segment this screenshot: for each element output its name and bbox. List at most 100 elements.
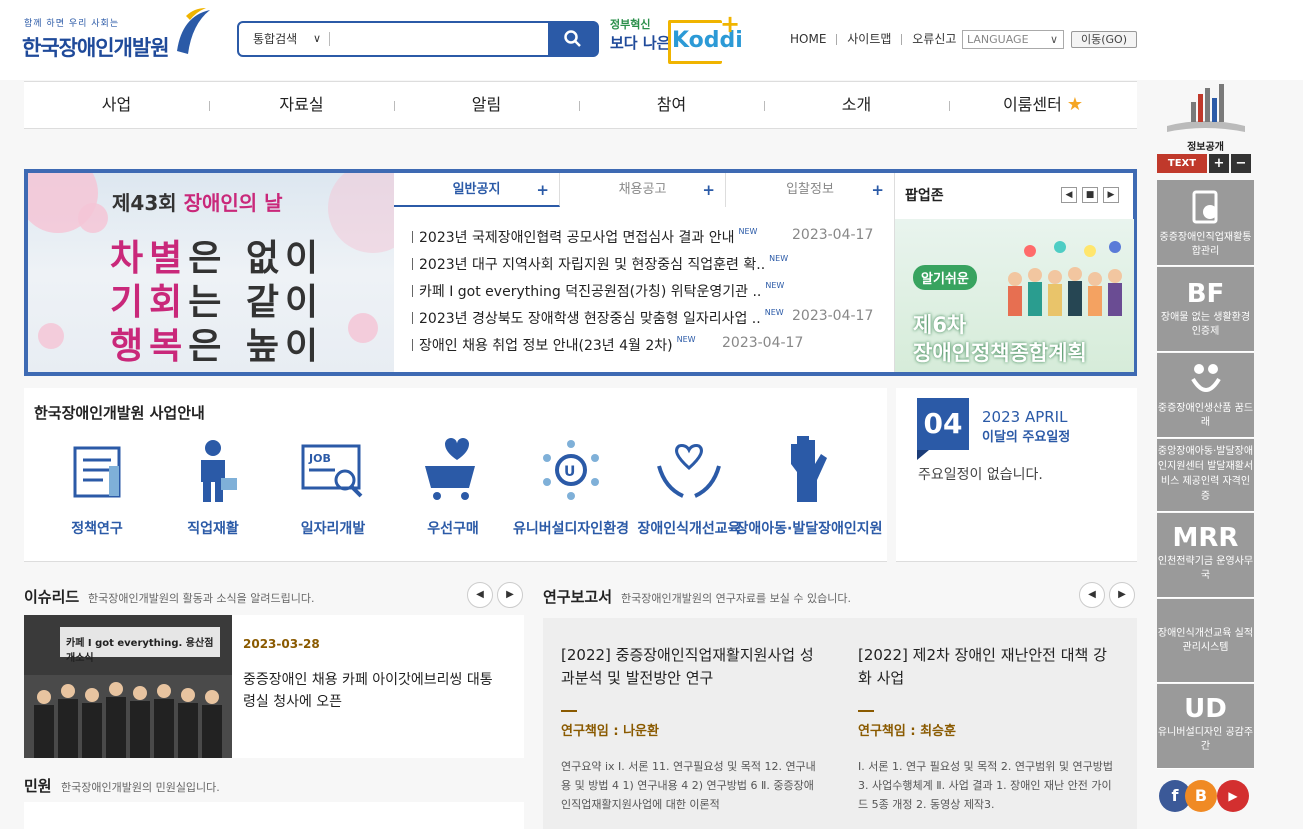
business-universal-design[interactable]: U 유니버설디자인환경 [513, 436, 629, 546]
notice-item[interactable]: 2023년 대구 지역사회 자립지원 및 현장중심 직업훈련 확..NEW202… [412, 254, 882, 281]
tab-general-notice[interactable]: 일반공지 + [394, 173, 560, 207]
dream-logo-icon [1190, 364, 1221, 392]
schedule-day: 04 [917, 398, 969, 450]
quick-ud-week[interactable]: UD 유니버설디자인 공감주간 [1157, 684, 1254, 769]
quick-mrr[interactable]: MRR 인천전략기금 운영사무국 [1157, 513, 1254, 598]
chevron-down-icon: ∨ [1049, 33, 1058, 46]
report-item-summary: Ⅰ. 서론 1. 연구 필요성 및 목적 2. 연구범위 및 연구방법 3. 사… [858, 760, 1113, 811]
nav-business[interactable]: 사업 [24, 82, 209, 128]
business-vocational-rehab[interactable]: 직업재활 [158, 436, 268, 546]
notice-item[interactable]: 2023년 국제장애인협력 공모사업 면접심사 결과 안내 NEW 2023-04-… [412, 227, 882, 254]
logo-mark-icon [177, 8, 210, 54]
report-prev-button[interactable]: ◀ [1079, 582, 1105, 608]
report-item-title[interactable]: [2022] 중증장애인직업재활지원사업 성과분석 및 발전방안 연구 [561, 644, 817, 690]
youtube-icon[interactable]: ▶ [1217, 780, 1249, 812]
notice-board: 일반공지 + 채용공고 + 입찰정보 + 2023년 국제장애인협력 공모사업 면접심… [394, 173, 894, 372]
notice-list: 2023년 국제장애인협력 공모사업 면접심사 결과 안내 NEW 2023-04-… [412, 227, 882, 362]
report-desc: 한국장애인개발원의 연구자료를 보실 수 있습니다. [621, 592, 852, 605]
quick-awareness-system[interactable]: 장애인식개선교육 실적관리시스템 [1157, 599, 1254, 683]
more-plus-icon[interactable]: + [702, 173, 715, 207]
banner-title: 제43회 장애인의 날 [112, 191, 283, 215]
business-guide: 한국장애인개발원 사업안내 정책연구 직업재활 JOB 일자리개발 우선구매 U… [24, 388, 887, 562]
quick-bf-cert[interactable]: BF 장애물 없는 생활환경인증제 [1157, 267, 1254, 352]
report-next-button[interactable]: ▶ [1109, 582, 1135, 608]
more-plus-icon[interactable]: + [871, 173, 884, 207]
issue-card[interactable]: 카페 I got everything. 용산점 개소식 2023-03-28 … [24, 615, 524, 758]
logo-slogan: 함께 하면 우리 사회는 [24, 19, 120, 29]
issue-prev-button[interactable]: ◀ [467, 582, 493, 608]
quick-development-center[interactable]: 중앙장애아동·발달장애인지원센터 발달재활서비스 제공인력 자격인증 [1157, 439, 1254, 512]
monthly-schedule: 04 2023 APRIL 이달의 주요일정 주요일정이 없습니다. [896, 388, 1137, 562]
quick-dream-products[interactable]: 중증장애인생산품 꿈드래 [1157, 353, 1254, 438]
logo-name: 한국장애인개발원 [22, 36, 170, 60]
koddi-banner[interactable]: 정부혁신 보다 나은 Koddi + [610, 10, 743, 64]
nav-about[interactable]: 소개 [764, 82, 949, 128]
blog-icon[interactable]: B [1185, 780, 1217, 812]
home-link[interactable]: HOME [790, 32, 826, 46]
logo[interactable]: 함께 하면 우리 사회는 한국장애인개발원 [22, 6, 212, 62]
issue-desc: 한국장애인개발원의 활동과 소식을 알려드립니다. [88, 592, 315, 605]
next-button[interactable]: ▶ [1103, 187, 1119, 203]
tab-recruitment[interactable]: 채용공고 + [560, 173, 726, 207]
banner-line-3: 행복은 높이 [110, 326, 325, 367]
business-policy-research[interactable]: 정책연구 [42, 436, 152, 546]
utility-links: HOME 사이트맵 오류신고 [790, 30, 960, 50]
notice-item[interactable]: 장애인 채용 취업 정보 안내(23년 4월 2차) NEW 2023-04-17 [412, 335, 882, 362]
koddi-line2: 보다 나은 [610, 34, 671, 52]
koddi-line1: 정부혁신 [610, 18, 651, 31]
error-report-link[interactable]: 오류신고 [912, 30, 956, 47]
business-child-development-support[interactable]: 장애아동·발달장애인지원 [736, 436, 883, 546]
info-disclosure[interactable]: 정보공개 [1157, 80, 1254, 153]
document-icon [73, 446, 121, 498]
group-photo-icon [24, 675, 232, 758]
popup-banner[interactable]: 알기쉬운 제6차 장애인정책종합계획 [895, 219, 1134, 372]
stop-button[interactable]: ■ [1082, 187, 1098, 203]
schedule-empty: 주요일정이 없습니다. [918, 467, 1043, 483]
notice-item[interactable]: 카페 I got everything 덕진공원점(가칭) 위탁운영기관 .. N… [412, 281, 882, 308]
notice-tabs: 일반공지 + 채용공고 + 입찰정보 + [394, 173, 894, 207]
chevron-down-icon: ∨ [312, 32, 321, 45]
report-item[interactable]: [2022] 제2차 장애인 재난안전 대책 강화 사업 연구책임 : 최승훈 … [858, 644, 1114, 814]
wrench-doc-icon [1192, 190, 1217, 224]
hand-icon [791, 436, 827, 502]
divider [329, 32, 330, 46]
minwon-title: 민원 [24, 777, 52, 795]
report-item-title[interactable]: [2022] 제2차 장애인 재난안전 대책 강화 사업 [858, 644, 1114, 690]
nav-erum-center[interactable]: 이룸센터 ★ [949, 82, 1137, 128]
zoom-out-button[interactable]: − [1231, 154, 1251, 173]
search-input[interactable] [335, 27, 545, 51]
report-item-summary: 연구요약 ix Ⅰ. 서론 11. 연구필요성 및 목적 12. 연구내용 및 … [561, 760, 816, 811]
notice-item[interactable]: 2023년 경상북도 장애학생 현장중심 맞춤형 일자리사업 .. NEW 2023… [412, 308, 882, 335]
schedule-subtitle: 이달의 주요일정 [982, 430, 1071, 445]
prev-button[interactable]: ◀ [1061, 187, 1077, 203]
report-item[interactable]: [2022] 중증장애인직업재활지원사업 성과분석 및 발전방안 연구 연구책임… [561, 644, 817, 814]
search-button[interactable] [548, 21, 598, 57]
schedule-month: 2023 APRIL [982, 408, 1068, 426]
social-links: f B ▶ [1157, 780, 1254, 814]
language-select[interactable]: LANGUAGE ∨ [962, 30, 1064, 49]
more-plus-icon[interactable]: + [536, 173, 549, 207]
nav-notice[interactable]: 알림 [394, 82, 579, 128]
header: 함께 하면 우리 사회는 한국장애인개발원 통합검색 ∨ 정부혁신 보다 나은 K… [0, 0, 1303, 80]
business-job-development[interactable]: JOB 일자리개발 [278, 436, 388, 546]
business-awareness-education[interactable]: 장애인식개선교육 [634, 436, 744, 546]
book-chart-icon [1167, 84, 1245, 132]
zoom-in-button[interactable]: + [1209, 154, 1229, 173]
issue-next-button[interactable]: ▶ [497, 582, 523, 608]
business-priority-purchase[interactable]: 우선구매 [398, 436, 508, 546]
tab-bidding[interactable]: 입찰정보 + [726, 173, 894, 207]
search-scope-select[interactable]: 통합검색 ∨ [239, 23, 329, 55]
business-title: 한국장애인개발원 사업안내 [34, 404, 205, 422]
minwon-panel [24, 802, 524, 829]
nav-archive[interactable]: 자료실 [209, 82, 394, 128]
sitemap-link[interactable]: 사이트맵 [847, 30, 891, 47]
go-button[interactable]: 이동(GO) [1071, 31, 1137, 48]
svg-text:JOB: JOB [308, 452, 331, 465]
hero-banner[interactable]: 제43회 장애인의 날 차별은 없이 기회는 같이 행복은 높이 [28, 173, 394, 372]
nav-participate[interactable]: 참여 [579, 82, 764, 128]
issue-headline[interactable]: 중증장애인 채용 카페 아이갓에브리씽 대통령실 청사에 오픈 [243, 669, 503, 713]
text-size-label: TEXT [1157, 154, 1207, 173]
issue-date: 2023-03-28 [243, 637, 320, 651]
quick-vocational-rehab[interactable]: 중증장애인직업재활통합관리 [1157, 180, 1254, 266]
svg-text:U: U [564, 464, 575, 480]
